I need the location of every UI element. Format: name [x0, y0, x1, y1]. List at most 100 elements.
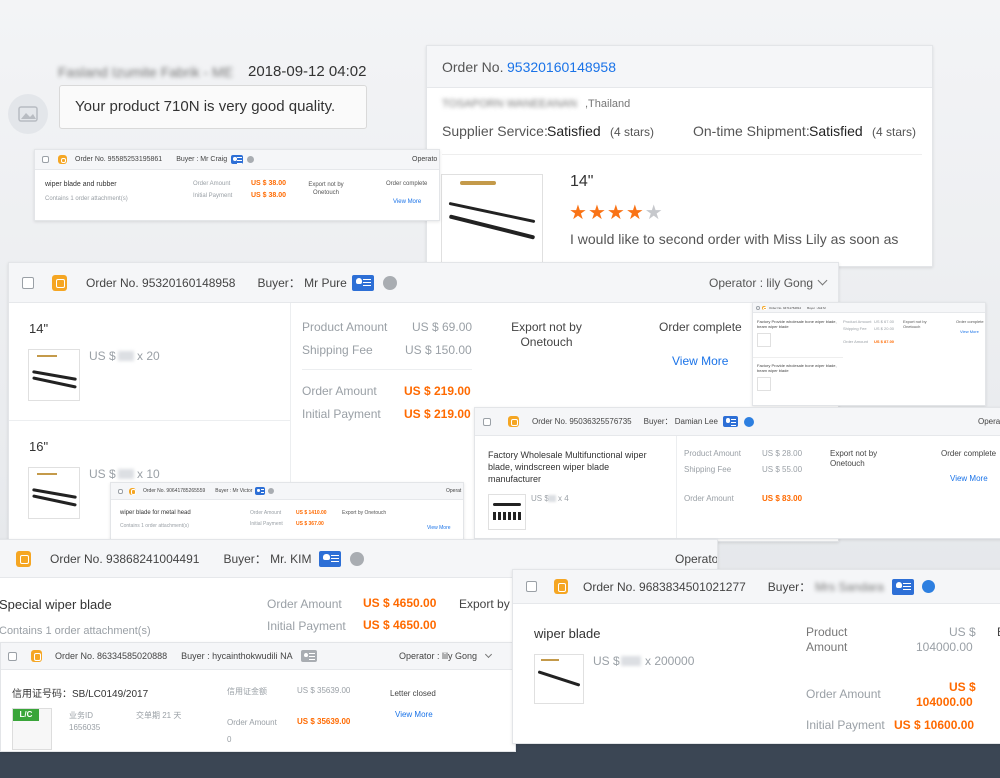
- item-thumbnail[interactable]: [488, 494, 526, 530]
- select-checkbox[interactable]: [8, 651, 17, 661]
- order-badge-icon: [52, 274, 67, 291]
- buyer-id-card-icon[interactable]: [300, 650, 317, 662]
- initial-payment-value: US $ 38.00: [251, 192, 287, 199]
- product-thumbnail[interactable]: [441, 174, 543, 266]
- select-checkbox[interactable]: [42, 156, 49, 163]
- view-more-link[interactable]: View More: [395, 710, 433, 719]
- view-more-link[interactable]: View More: [672, 354, 728, 368]
- buyer-id-card-icon[interactable]: [255, 487, 266, 495]
- select-checkbox[interactable]: [483, 417, 491, 426]
- order-card-craig: Order No. 95585253195861 Buyer : Mr Crai…: [34, 149, 440, 221]
- chat-icon[interactable]: [247, 156, 255, 163]
- product-name[interactable]: wiper blade: [534, 626, 601, 641]
- delivery-period: 交单期 21 天: [136, 711, 182, 720]
- chat-icon[interactable]: [743, 416, 754, 427]
- item-price: US $: [89, 349, 116, 363]
- export-status: Export by Onetouch: [342, 510, 387, 516]
- operator-label: Opera: [978, 417, 1000, 426]
- item-thumbnail[interactable]: [534, 654, 584, 704]
- order-badge-icon: [16, 550, 31, 567]
- initial-payment-value: US $ 4650.00: [363, 618, 437, 632]
- shipment-label: On-time Shipment:: [693, 123, 810, 139]
- select-checkbox[interactable]: [526, 581, 537, 592]
- initial-payment-label: Initial Payment: [193, 193, 233, 199]
- chat-icon[interactable]: [350, 551, 365, 566]
- order-amount-value: US $ 38.00: [251, 180, 287, 187]
- lc-badge-icon: L/C: [12, 708, 52, 750]
- buyer-id-card-icon[interactable]: [351, 274, 374, 291]
- buyer-id-card-icon[interactable]: [722, 416, 738, 427]
- order-no-link[interactable]: 95320160148958: [507, 59, 616, 75]
- product-name[interactable]: Factory Provide wholesale bone wiper bla…: [757, 319, 837, 329]
- product-name[interactable]: wiper blade and rubber: [45, 181, 117, 188]
- review-comment-2: I would like to second order with Miss L…: [570, 231, 899, 247]
- shipment-value: Satisfied: [809, 123, 863, 139]
- attachment-count: Contains 1 order attachment(s): [45, 196, 128, 202]
- product-name[interactable]: wiper blade for metal head: [120, 510, 191, 516]
- product-amount-label: Product Amount: [806, 625, 848, 654]
- order-badge-icon: [129, 487, 137, 495]
- order-card-sandara: Order No. 9683834501021277 Buyer： Mrs Sa…: [512, 569, 1000, 744]
- product-amount-value: 104000.00: [916, 640, 973, 654]
- order-status: Order complete: [386, 181, 428, 187]
- divider: [302, 369, 472, 370]
- order-no: Order No. 95320160148958: [86, 275, 236, 290]
- product-name[interactable]: Special wiper blade: [0, 597, 112, 612]
- shipping-fee-label: Shipping Fee: [843, 326, 867, 331]
- initial-payment-label: Initial Payment: [302, 407, 381, 421]
- order-no: Order No. 86334585020888: [55, 651, 168, 661]
- chevron-down-icon[interactable]: [817, 275, 828, 286]
- product-amount-value: US $ 28.00: [762, 449, 803, 458]
- star-filled-icon: ★: [587, 202, 607, 224]
- buyer-label: Buyer : Mr Craig: [176, 156, 228, 163]
- select-checkbox[interactable]: [22, 276, 34, 289]
- review-header: Fasland Izumite Fabrik - ME 2018-09-12 0…: [0, 48, 430, 148]
- item-divider: [753, 357, 843, 358]
- view-more-link[interactable]: View More: [427, 525, 451, 531]
- chevron-down-icon[interactable]: [484, 650, 493, 659]
- order-amount-label: Order Amount: [227, 718, 277, 727]
- item-qty: x 200000: [645, 654, 695, 668]
- chat-icon[interactable]: [268, 488, 275, 494]
- order-card-victor: Order No. 90641785265559 Buyer : Mr Vict…: [110, 482, 464, 540]
- order-amount-currency: US $: [949, 680, 976, 694]
- product-name[interactable]: Factory Wholesale Multifunctional wiper …: [488, 449, 663, 485]
- operator-label: Operato: [412, 156, 438, 163]
- order-amount-label: Order Amount: [267, 597, 342, 611]
- star-filled-icon: ★: [625, 202, 645, 224]
- order-status: Order complete: [659, 320, 742, 334]
- operator-label[interactable]: Operator : lily Gong: [399, 651, 477, 661]
- view-more-link[interactable]: View More: [950, 474, 988, 483]
- star-rating: ★★★★★: [569, 200, 664, 225]
- review-comment: Your product 710N is very good quality.: [75, 98, 336, 115]
- chat-icon[interactable]: [382, 275, 397, 290]
- initial-payment-label: Initial Payment: [806, 718, 885, 732]
- supplier-service-label: Supplier Service:: [442, 123, 548, 139]
- item-thumbnail[interactable]: [28, 349, 80, 401]
- buyer-id-card-icon[interactable]: [231, 155, 244, 164]
- business-id-label: 业务ID: [69, 711, 93, 720]
- shipping-fee-label: Shipping Fee: [684, 465, 732, 474]
- product-name-2[interactable]: Factory Provide wholesale bone wiper bla…: [757, 363, 837, 373]
- review-comment-box: Your product 710N is very good quality.: [59, 85, 367, 129]
- buyer-label: Buyer： Mr Pure: [257, 276, 347, 290]
- chat-icon[interactable]: [921, 580, 935, 593]
- product-amount-label: Product Amount: [684, 449, 741, 458]
- product-amount-value: US $ 67.00: [874, 319, 895, 324]
- order-amount-value: US $ 4650.00: [363, 596, 437, 610]
- buyer-id-card-icon[interactable]: [319, 550, 342, 567]
- item-thumbnail[interactable]: [28, 467, 80, 519]
- order-amount-value: US $ 1410.00: [296, 510, 327, 516]
- credit-amount-label: 信用证金额: [227, 687, 267, 696]
- supplier-service-stars: (4 stars): [610, 125, 655, 139]
- attachment-count: Contains 1 order attachment(s): [0, 625, 151, 637]
- buyer-label: Buyer : Mr Victor: [215, 488, 253, 494]
- buyer-name: TOSAPORN WANEEANAN: [442, 98, 578, 110]
- view-more-link[interactable]: View More: [393, 199, 421, 205]
- select-checkbox[interactable]: [118, 488, 123, 494]
- buyer-label: Buyer：: [767, 580, 812, 594]
- buyer-id-card-icon[interactable]: [891, 578, 914, 595]
- view-more-link[interactable]: View More: [960, 329, 979, 334]
- operator-label[interactable]: Operator : lily Gong: [709, 276, 813, 290]
- item-price-blurred: [118, 351, 134, 361]
